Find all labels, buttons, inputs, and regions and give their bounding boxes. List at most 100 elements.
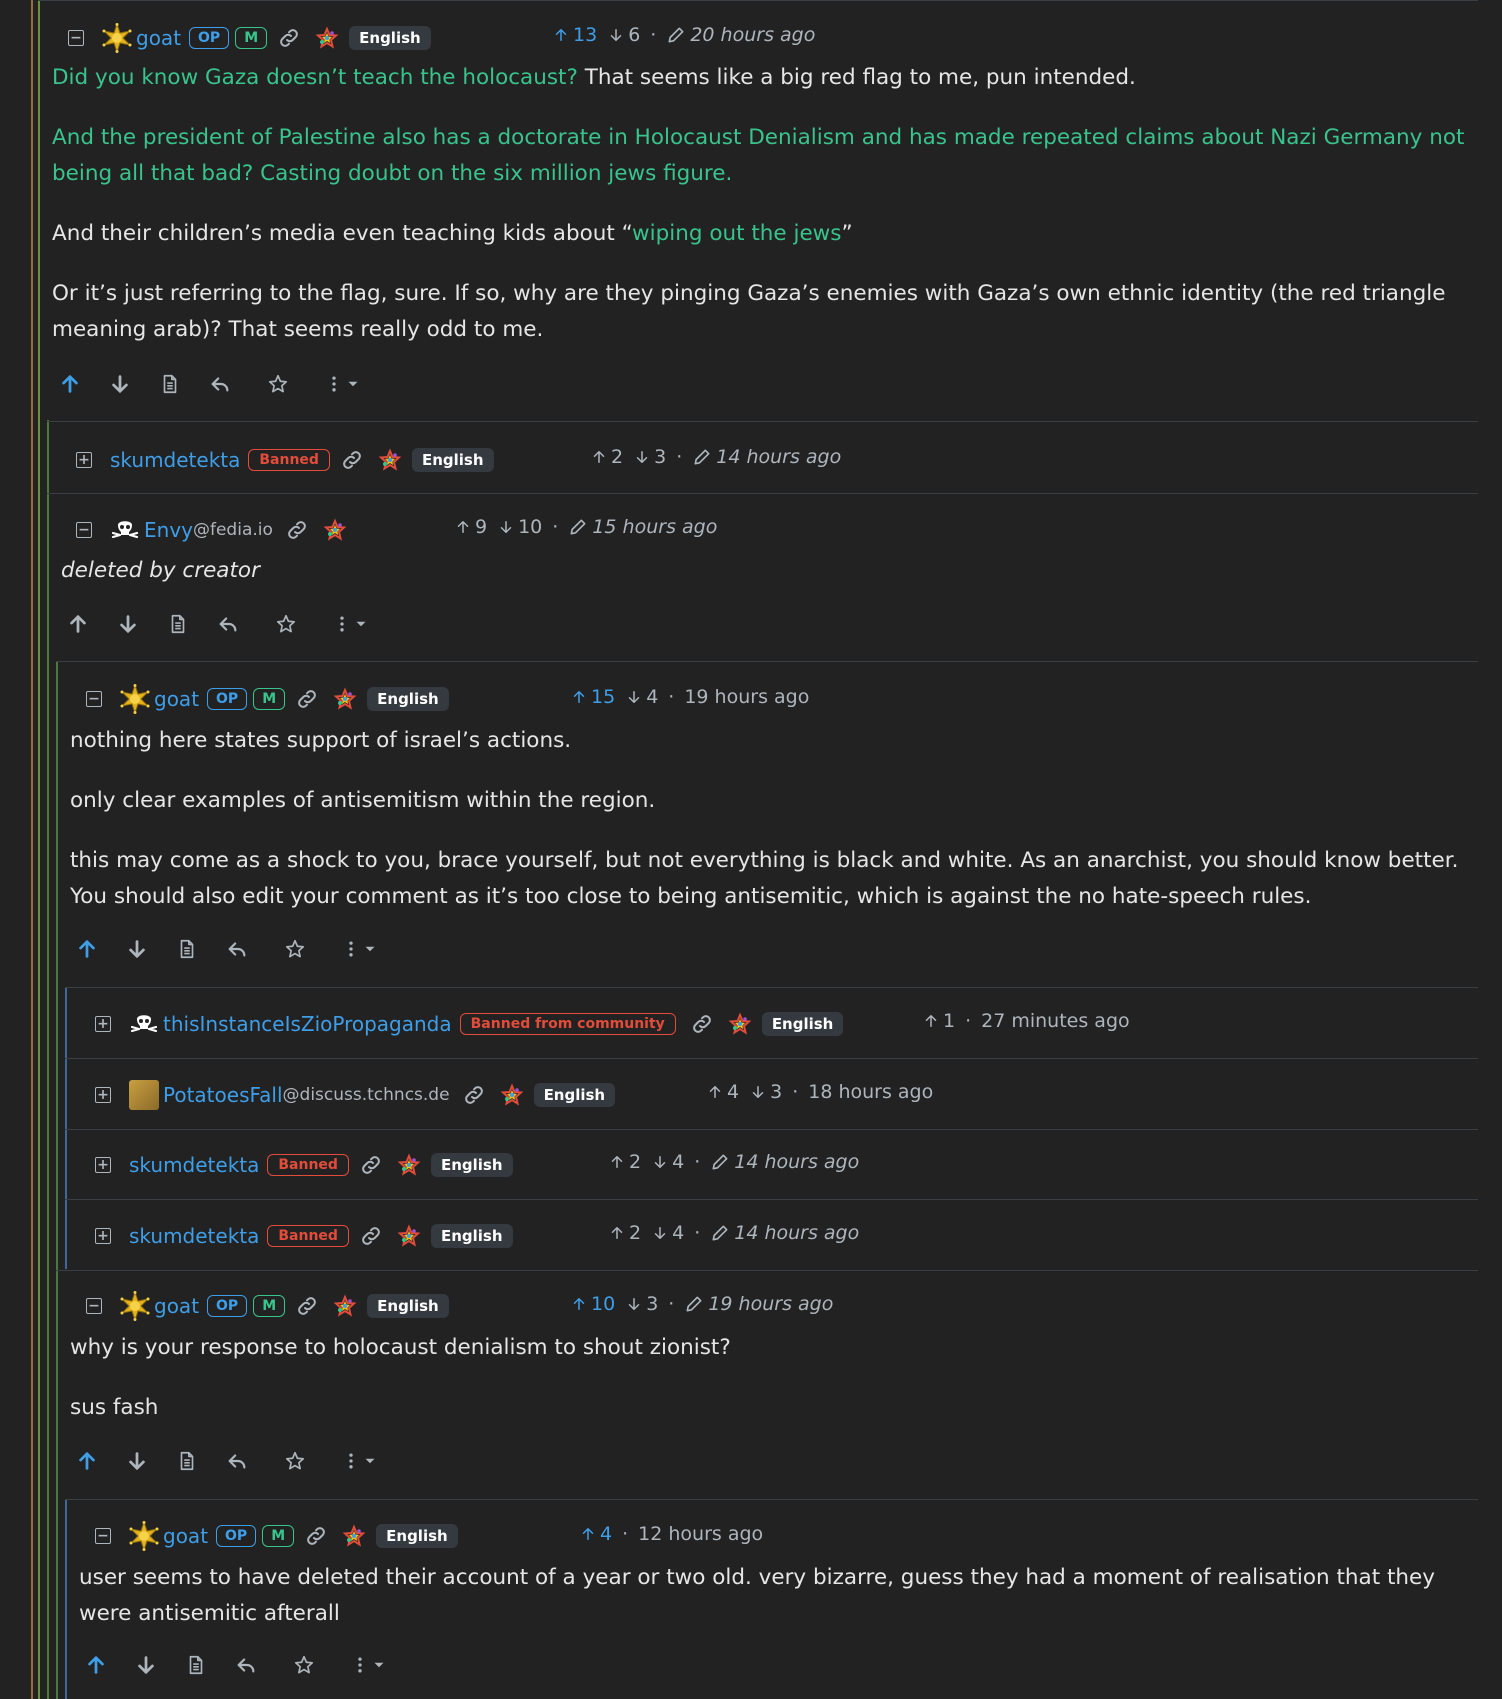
view-source-button[interactable]: [175, 937, 199, 961]
timestamp[interactable]: 14 hours ago: [734, 1151, 859, 1173]
separator: [65, 1129, 1478, 1130]
link-icon[interactable]: [359, 1224, 383, 1248]
downvote-button[interactable]: [108, 372, 132, 396]
vote-score: 15 4 · 19 hours ago: [570, 686, 809, 708]
link-icon[interactable]: [277, 26, 301, 50]
username-link[interactable]: goat: [154, 1294, 199, 1318]
avatar-sheriff-icon[interactable]: [129, 1521, 159, 1551]
fediverse-icon[interactable]: [378, 448, 402, 472]
link-icon[interactable]: [304, 1524, 328, 1548]
view-source-button[interactable]: [158, 372, 182, 396]
separator-dot: ·: [676, 446, 683, 468]
view-source-button[interactable]: [175, 1449, 199, 1473]
more-options-button[interactable]: [341, 1450, 379, 1472]
username-link[interactable]: PotatoesFall: [163, 1083, 283, 1107]
link-icon[interactable]: [295, 1294, 319, 1318]
save-button[interactable]: [283, 937, 307, 961]
fediverse-icon[interactable]: [333, 1294, 357, 1318]
more-options-button[interactable]: [332, 613, 370, 635]
link-icon[interactable]: [359, 1153, 383, 1177]
avatar-image-icon[interactable]: [129, 1080, 159, 1110]
username-link[interactable]: Envy: [144, 518, 193, 542]
timestamp[interactable]: 27 minutes ago: [981, 1010, 1130, 1032]
view-source-button[interactable]: [184, 1653, 208, 1677]
downvote-button[interactable]: [125, 1449, 149, 1473]
downvote-button[interactable]: [125, 937, 149, 961]
reply-button[interactable]: [216, 612, 240, 636]
timestamp[interactable]: 19 hours ago: [684, 686, 809, 708]
collapse-button[interactable]: −: [86, 1298, 102, 1314]
expand-button[interactable]: +: [76, 452, 92, 468]
link-icon[interactable]: [690, 1012, 714, 1036]
timestamp[interactable]: 19 hours ago: [708, 1293, 833, 1315]
timestamp[interactable]: 15 hours ago: [592, 516, 717, 538]
collapse-button[interactable]: −: [86, 691, 102, 707]
downvote-button[interactable]: [134, 1653, 158, 1677]
username-link[interactable]: skumdetekta: [129, 1224, 259, 1248]
more-options-button[interactable]: [350, 1654, 388, 1676]
upvote-button[interactable]: [75, 1449, 99, 1473]
collapse-button[interactable]: −: [95, 1528, 111, 1544]
downvote-button[interactable]: [116, 612, 140, 636]
fediverse-icon[interactable]: [728, 1012, 752, 1036]
avatar-sheriff-icon[interactable]: [102, 23, 132, 53]
timestamp[interactable]: 18 hours ago: [808, 1081, 933, 1103]
fediverse-icon[interactable]: [397, 1153, 421, 1177]
expand-button[interactable]: +: [95, 1157, 111, 1173]
expand-button[interactable]: +: [95, 1087, 111, 1103]
text-link[interactable]: And the president of Palestine also has …: [52, 125, 1464, 186]
username-link[interactable]: skumdetekta: [129, 1153, 259, 1177]
paragraph: Or it’s just referring to the flag, sure…: [52, 281, 1446, 342]
username-link[interactable]: goat: [136, 26, 181, 50]
upvote-button[interactable]: [75, 937, 99, 961]
username-link[interactable]: goat: [163, 1524, 208, 1548]
avatar-skull-icon[interactable]: [129, 1009, 159, 1039]
username-link[interactable]: goat: [154, 687, 199, 711]
link-icon[interactable]: [340, 448, 364, 472]
text-link[interactable]: Did you know Gaza doesn’t teach the holo…: [52, 65, 578, 90]
dots-icon: [350, 1654, 370, 1676]
instance-name[interactable]: @discuss.tchncs.de: [283, 1085, 450, 1105]
expand-button[interactable]: +: [95, 1016, 111, 1032]
avatar-sheriff-icon[interactable]: [120, 684, 150, 714]
avatar-skull-icon[interactable]: [110, 515, 140, 545]
text-link[interactable]: wiping out the jews: [632, 221, 841, 246]
fediverse-icon[interactable]: [333, 687, 357, 711]
save-button[interactable]: [266, 372, 290, 396]
upvote-button[interactable]: [66, 612, 90, 636]
username-link[interactable]: skumdetekta: [110, 448, 240, 472]
reply-button[interactable]: [225, 1449, 249, 1473]
avatar-sheriff-icon[interactable]: [120, 1291, 150, 1321]
upvote-button[interactable]: [58, 372, 82, 396]
save-button[interactable]: [292, 1653, 316, 1677]
fediverse-icon[interactable]: [323, 518, 347, 542]
username-link[interactable]: thisInstanceIsZioPropaganda: [163, 1012, 452, 1036]
fediverse-icon[interactable]: [500, 1083, 524, 1107]
downvote-count: 4: [646, 686, 659, 708]
fediverse-icon[interactable]: [397, 1224, 421, 1248]
collapse-button[interactable]: −: [68, 30, 84, 46]
collapse-button[interactable]: −: [76, 522, 92, 538]
timestamp[interactable]: 20 hours ago: [690, 24, 815, 46]
language-badge: English: [533, 1083, 616, 1107]
reply-button[interactable]: [208, 372, 232, 396]
upvote-button[interactable]: [84, 1653, 108, 1677]
expand-button[interactable]: +: [95, 1228, 111, 1244]
fediverse-icon[interactable]: [315, 26, 339, 50]
timestamp[interactable]: 12 hours ago: [638, 1523, 763, 1545]
reply-button[interactable]: [225, 937, 249, 961]
link-icon[interactable]: [462, 1083, 486, 1107]
instance-name[interactable]: @fedia.io: [193, 520, 273, 540]
link-icon[interactable]: [295, 687, 319, 711]
save-button[interactable]: [274, 612, 298, 636]
save-button[interactable]: [283, 1449, 307, 1473]
timestamp[interactable]: 14 hours ago: [716, 446, 841, 468]
view-source-button[interactable]: [166, 612, 190, 636]
link-icon[interactable]: [285, 518, 309, 542]
reply-button[interactable]: [234, 1653, 258, 1677]
fediverse-icon[interactable]: [342, 1524, 366, 1548]
timestamp[interactable]: 14 hours ago: [734, 1222, 859, 1244]
more-options-button[interactable]: [324, 373, 362, 395]
paragraph: this may come as a shock to you, brace y…: [70, 848, 1459, 909]
more-options-button[interactable]: [341, 938, 379, 960]
